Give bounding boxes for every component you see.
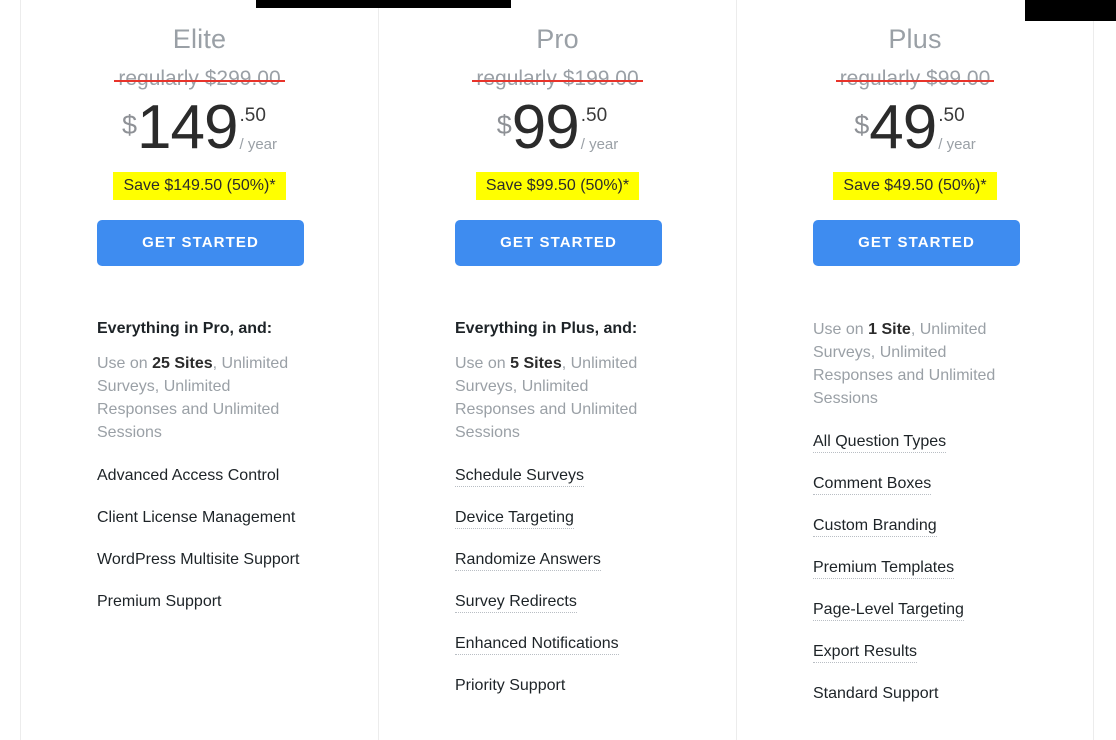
save-badge-pro: Save $99.50 (50%)* [475,172,640,200]
feature-item[interactable]: Enhanced Notifications [455,634,670,655]
price-amount-pro: 99 [511,93,580,162]
feature-item: Premium Support [97,592,312,612]
feature-list-plus: All Question Types Comment Boxes Custom … [813,432,1073,704]
feature-label: Randomize Answers [455,551,601,571]
price-period-pro: / year [580,136,619,153]
feature-item: Standard Support [813,684,1028,704]
regular-price-wrap-plus: regularly $99.00 [813,66,1073,92]
currency-symbol-plus: $ [854,110,870,140]
plan-column-pro: Pro regularly $199.00 $ 99 .50 / year Sa… [378,0,736,740]
features-summary-pro: Use on 5 Sites, Unlimited Surveys, Unlim… [455,352,670,444]
feature-list-pro: Schedule Surveys Device Targeting Random… [455,466,716,696]
feature-item: Client License Management [97,508,312,528]
summary-highlight-pro: 5 Sites [510,355,562,372]
pricing-table: Elite regularly $299.00 $ 149 .50 / year… [0,0,1116,740]
cta-wrap-plus: GET STARTED [813,220,1073,266]
feature-item[interactable]: Custom Branding [813,516,1028,537]
price-row-pro: $ 99 .50 / year [455,93,716,164]
feature-label: Device Targeting [455,509,574,529]
get-started-button-plus[interactable]: GET STARTED [813,220,1020,266]
feature-label: Comment Boxes [813,475,932,495]
summary-highlight-elite: 25 Sites [152,355,213,372]
feature-label: All Question Types [813,433,947,453]
price-amount-elite: 149 [137,93,238,162]
save-badge-wrap-pro: Save $99.50 (50%)* [455,172,716,200]
currency-symbol-elite: $ [122,110,138,140]
feature-label: Custom Branding [813,517,937,537]
feature-label: Standard Support [813,685,939,702]
price-cents-plus: .50 [938,105,965,126]
feature-item[interactable]: Page-Level Targeting [813,600,1028,621]
feature-label: Premium Templates [813,559,955,579]
plan-title-plus: Plus [888,24,942,54]
feature-item[interactable]: Comment Boxes [813,474,1028,495]
cta-wrap-pro: GET STARTED [455,220,716,266]
redaction-bar-right [1025,0,1116,21]
summary-prefix-plus: Use on [813,321,869,338]
save-badge-plus: Save $49.50 (50%)* [833,172,997,200]
regular-price-plus: regularly $99.00 [835,67,994,90]
feature-item: Advanced Access Control [97,466,312,486]
cta-wrap-elite: GET STARTED [97,220,358,266]
currency-symbol-pro: $ [496,110,512,140]
feature-item[interactable]: Premium Templates [813,558,1028,579]
feature-label: Export Results [813,643,918,663]
summary-prefix-pro: Use on [455,355,511,372]
feature-item[interactable]: All Question Types [813,432,1028,453]
price-amount-plus: 49 [869,93,937,162]
redaction-bar-center [256,0,511,8]
price-row-elite: $ 149 .50 / year [97,93,358,164]
features-summary-plus: Use on 1 Site, Unlimited Surveys, Unlimi… [813,318,1028,410]
feature-label: Enhanced Notifications [455,635,619,655]
feature-label: Page-Level Targeting [813,601,964,621]
plan-column-plus: Plus regularly $99.00 $ 49 .50 / year Sa… [736,0,1094,740]
feature-item[interactable]: Survey Redirects [455,592,670,613]
feature-item[interactable]: Export Results [813,642,1028,663]
regular-price-wrap-elite: regularly $299.00 [97,66,358,92]
regular-price-pro: regularly $199.00 [472,67,643,90]
feature-label: Advanced Access Control [97,467,280,484]
summary-prefix-elite: Use on [97,355,153,372]
features-heading-elite: Everything in Pro, and: [97,320,273,337]
feature-label: Survey Redirects [455,593,577,613]
feature-label: Client License Management [97,509,296,526]
plan-title-elite: Elite [172,24,227,54]
save-badge-wrap-plus: Save $49.50 (50%)* [813,172,1073,200]
price-cents-pro: .50 [580,105,608,126]
regular-price-wrap-pro: regularly $199.00 [455,66,716,92]
feature-item[interactable]: Schedule Surveys [455,466,670,487]
features-summary-elite: Use on 25 Sites, Unlimited Surveys, Unli… [97,352,312,444]
feature-list-elite: Advanced Access Control Client License M… [97,466,358,612]
features-pro: Everything in Plus, and: Use on 5 Sites,… [455,318,716,696]
feature-label: Schedule Surveys [455,467,584,487]
feature-item: Priority Support [455,676,670,696]
left-gutter [0,0,20,740]
price-period-plus: / year [938,136,976,153]
save-badge-elite: Save $149.50 (50%)* [113,172,286,200]
regular-price-elite: regularly $299.00 [114,67,285,90]
feature-item: WordPress Multisite Support [97,550,312,570]
price-row-plus: $ 49 .50 / year [813,93,1073,164]
summary-highlight-plus: 1 Site [868,321,911,338]
features-elite: Everything in Pro, and: Use on 25 Sites,… [97,318,358,612]
feature-item[interactable]: Device Targeting [455,508,670,529]
feature-item[interactable]: Randomize Answers [455,550,670,571]
price-period-elite: / year [239,136,277,153]
plan-column-elite: Elite regularly $299.00 $ 149 .50 / year… [20,0,378,740]
save-badge-wrap-elite: Save $149.50 (50%)* [97,172,358,200]
feature-label: Priority Support [455,677,566,694]
price-cents-elite: .50 [239,105,266,126]
features-heading-pro: Everything in Plus, and: [455,320,638,337]
feature-label: WordPress Multisite Support [97,551,300,568]
plan-title-pro: Pro [536,24,579,54]
get-started-button-elite[interactable]: GET STARTED [97,220,304,266]
feature-label: Premium Support [97,593,222,610]
get-started-button-pro[interactable]: GET STARTED [455,220,662,266]
features-plus: Use on 1 Site, Unlimited Surveys, Unlimi… [813,318,1073,704]
